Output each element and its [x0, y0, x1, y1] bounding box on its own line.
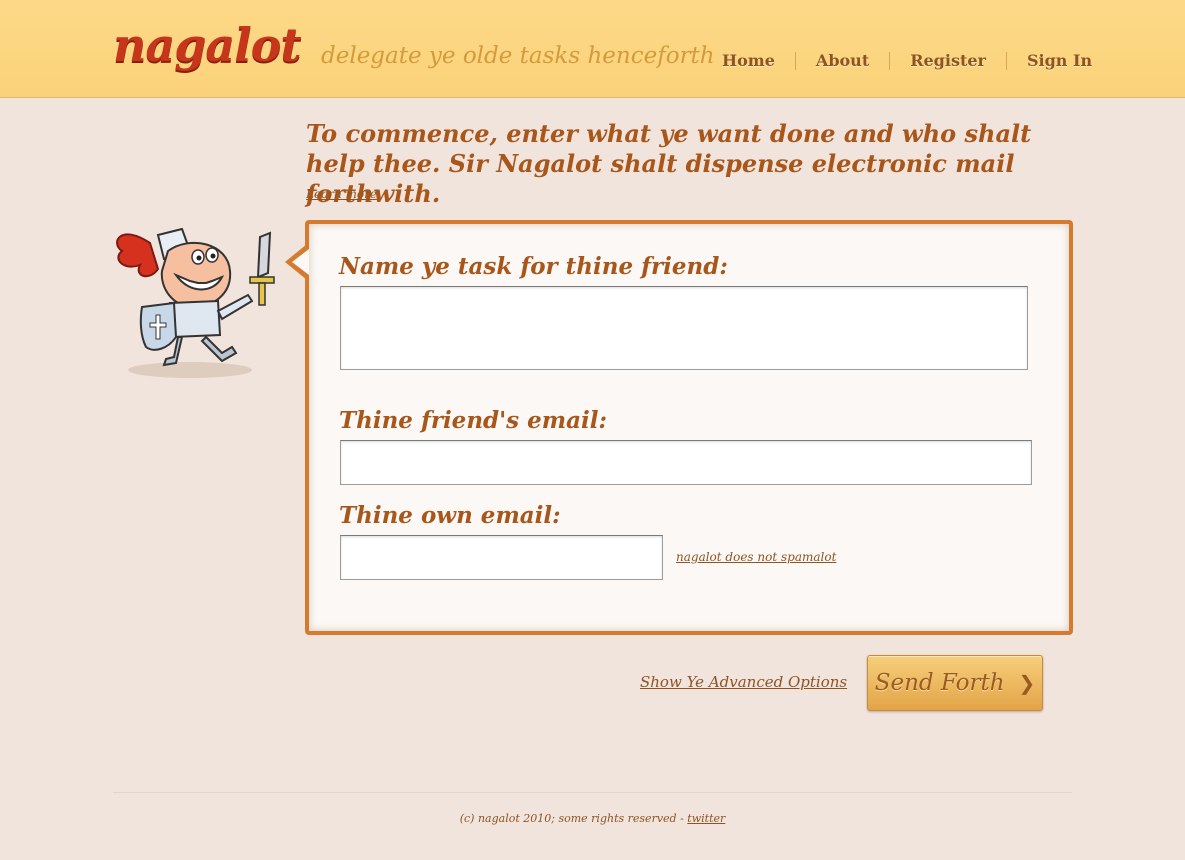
friend-email-label: Thine friend's email: — [339, 407, 607, 434]
nav-home[interactable]: Home — [702, 52, 795, 70]
site-footer: (c) nagalot 2010; some rights reserved -… — [0, 812, 1185, 825]
main-nav: Home About Register Sign In — [702, 49, 1112, 73]
nav-about[interactable]: About — [794, 52, 889, 70]
task-textarea[interactable] — [340, 286, 1028, 370]
own-email-label: Thine own email: — [339, 502, 561, 529]
site-header: nagalot delegate ye olde tasks hencefort… — [0, 0, 1185, 98]
task-label: Name ye task for thine friend: — [339, 253, 728, 280]
twitter-link[interactable]: twitter — [687, 812, 725, 825]
own-email-field[interactable] — [340, 535, 663, 580]
footer-copyright: (c) nagalot 2010; some rights reserved - — [459, 812, 688, 825]
learn-more-link[interactable]: Learn more — [306, 187, 377, 201]
intro-headline: To commence, enter what ye want done and… — [306, 119, 1032, 208]
site-tagline: delegate ye olde tasks henceforth — [321, 43, 715, 69]
nav-sign-in[interactable]: Sign In — [1005, 52, 1112, 70]
advanced-options-link[interactable]: Show Ye Advanced Options — [640, 673, 847, 691]
site-logo[interactable]: nagalot — [113, 18, 302, 72]
chevron-right-icon: ❯ — [1018, 671, 1036, 695]
send-forth-button[interactable]: Send Forth ❯ — [867, 655, 1043, 711]
spam-policy-link[interactable]: nagalot does not spamalot — [676, 550, 836, 564]
knight-mascot-illustration — [116, 227, 275, 378]
speech-pointer-inner — [292, 249, 309, 275]
nav-register[interactable]: Register — [889, 52, 1006, 70]
friend-email-field[interactable] — [340, 440, 1032, 485]
footer-divider — [113, 792, 1072, 793]
send-forth-label: Send Forth — [874, 670, 1005, 696]
